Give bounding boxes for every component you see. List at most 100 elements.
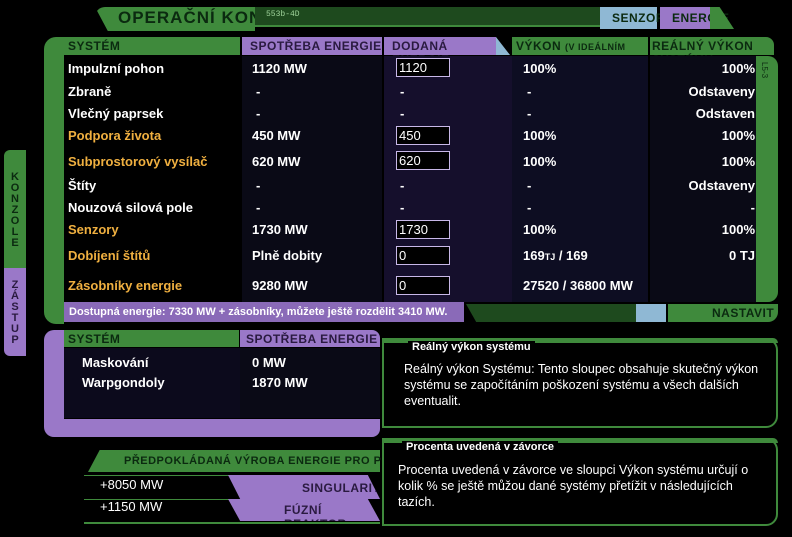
side-tab-konzole-label: KONZOLE [9, 170, 21, 248]
col-header-spotreba: SPOTŘEBA ENERGIE [242, 37, 382, 55]
main-footer-sep [466, 304, 636, 322]
row-realny: 100% [721, 154, 755, 169]
tooltip-2-title-text: Procenta uvedená v závorce [406, 441, 554, 453]
row-vykon: - [527, 106, 532, 121]
col-header-dodana: DODANÁ ENERGIE [384, 37, 496, 67]
row-spotreba: 1730 MW [252, 222, 308, 237]
row-system-name: Nouzová silová pole [68, 200, 193, 215]
main-frame-right [756, 56, 778, 302]
set-button[interactable]: NASTAVIT [668, 304, 778, 322]
row-realny: Odstaveny [688, 178, 755, 193]
tooltip-1-body: Reálný výkon Systému: Tento sloupec obsa… [404, 362, 759, 408]
col-header-system: SYSTÉM [64, 37, 240, 55]
row-spotreba: 620 MW [252, 154, 301, 169]
row-vykon: - [527, 84, 532, 99]
row-vykon: - [527, 200, 532, 215]
dodana-input[interactable] [396, 151, 450, 170]
vykon-unit: TJ [544, 252, 556, 262]
row-realny: 100% [721, 222, 755, 237]
row-system-name: Vlečný paprsek [68, 106, 164, 121]
row-realny: - [750, 200, 755, 215]
side-tab-konzole[interactable]: KONZOLE [4, 150, 26, 268]
dodana-input[interactable] [396, 220, 450, 239]
vykon-main: 169 [523, 248, 545, 263]
row-realny: Odstaveny [688, 84, 755, 99]
side-code: L5-3 [760, 62, 769, 79]
col-header-vykon-label: VÝKON [516, 39, 562, 53]
main-frame-left [44, 37, 64, 324]
row-vykon: 100% [523, 61, 557, 76]
secondary-footer-bar [64, 419, 380, 437]
main-footer-blue [636, 304, 666, 322]
sec-row-spotreba: 1870 MW [252, 375, 308, 390]
tooltip-2-body: Procenta uvedená v závorce ve sloupci Vý… [398, 463, 749, 509]
tab-energie[interactable]: ENERGIE [660, 7, 729, 29]
forecast-label-singularita-text: SINGULARITA [302, 481, 389, 495]
forecast-label-singularita: SINGULARITA [228, 475, 380, 499]
row-spotreba: - [256, 178, 261, 193]
row-spotreba: - [256, 106, 261, 121]
tooltip-2-title: Procenta uvedená v závorce [402, 441, 558, 453]
row-system-name: Podpora života [68, 128, 162, 143]
side-tab-zastup[interactable]: ZÁSTUP [4, 268, 26, 356]
forecast-value: +8050 MW [100, 477, 164, 492]
row-system-name: Impulzní pohon [68, 61, 165, 76]
col-header-dodana-end [496, 37, 510, 55]
row-vykon: 169TJ / 169 [523, 248, 588, 263]
row-realny: 100% [721, 61, 755, 76]
sec-col-header-system: SYSTÉM [64, 330, 239, 347]
tab-senzory[interactable]: SENZORY [600, 7, 673, 29]
sec-col-header-system-label: SYSTÉM [68, 332, 121, 346]
row-dodana: - [400, 178, 405, 193]
col-header-vykon: VÝKON (V IDEÁLNÍM STAVU) [512, 37, 648, 66]
forecast-label-fuzni: FÚZNÍ REAKTOR [228, 499, 380, 521]
row-realny: 0 TJ [728, 248, 755, 263]
forecast-bottom-line [84, 522, 380, 524]
forecast-value: +1150 MW [100, 499, 163, 514]
tooltip-1-title: Reálný výkon systému [408, 341, 535, 353]
row-system-name: Subprostorový vysílač [68, 154, 208, 169]
row-spotreba: - [256, 200, 261, 215]
row-vykon: 100% [523, 154, 557, 169]
header-line [255, 7, 600, 27]
side-tab-zastup-label: ZÁSTUP [9, 279, 21, 345]
sec-row-name: Warpgondoly [82, 375, 165, 390]
sec-row-spotreba: 0 MW [252, 355, 286, 370]
dodana-input[interactable] [396, 276, 450, 295]
row-vykon: - [527, 178, 532, 193]
row-spotreba: 9280 MW [252, 278, 308, 293]
row-realny: 100% [721, 128, 755, 143]
row-spotreba: Plně dobity [252, 248, 323, 263]
row-dodana: - [400, 84, 405, 99]
row-vykon: 27520 / 36800 MW [523, 278, 633, 293]
secondary-frame-left [44, 330, 64, 437]
dodana-input[interactable] [396, 126, 450, 145]
tooltip-1-title-text: Reálný výkon systému [412, 341, 531, 353]
vykon-rest: / 169 [555, 248, 588, 263]
col-bg-spotreba [242, 56, 382, 302]
header-code: 553b-4D [266, 10, 300, 19]
row-spotreba: - [256, 84, 261, 99]
dodana-input[interactable] [396, 246, 450, 265]
row-realny: Odstaven [695, 106, 755, 121]
sec-row-name: Maskování [82, 355, 149, 370]
row-spotreba: 1120 MW [252, 61, 307, 76]
row-spotreba: 450 MW [252, 128, 301, 143]
sec-col-header-spotreba: SPOTŘEBA ENERGIE [240, 330, 380, 347]
row-system-name: Dobíjení štítů [68, 248, 151, 263]
forecast-label-fuzni-text: FÚZNÍ REAKTOR [284, 503, 347, 531]
row-system-name: Štíty [68, 178, 97, 193]
row-vykon: 100% [523, 222, 557, 237]
row-system-name: Zbraně [68, 84, 112, 99]
col-bg-vykon [512, 56, 648, 302]
row-vykon: 100% [523, 128, 557, 143]
row-system-name: Zásobníky energie [68, 278, 183, 293]
row-system-name: Senzory [68, 222, 119, 237]
sec-col-header-spotreba-label: SPOTŘEBA ENERGIE [246, 332, 378, 346]
dodana-input[interactable] [396, 58, 450, 77]
col-header-spotreba-label: SPOTŘEBA ENERGIE [250, 39, 382, 53]
row-dodana: - [400, 200, 405, 215]
set-button-label: NASTAVIT [712, 306, 775, 320]
col-header-realny: REÁLNÝ VÝKON SYSTÉMU [650, 37, 774, 67]
col-header-system-label: SYSTÉM [68, 39, 121, 53]
